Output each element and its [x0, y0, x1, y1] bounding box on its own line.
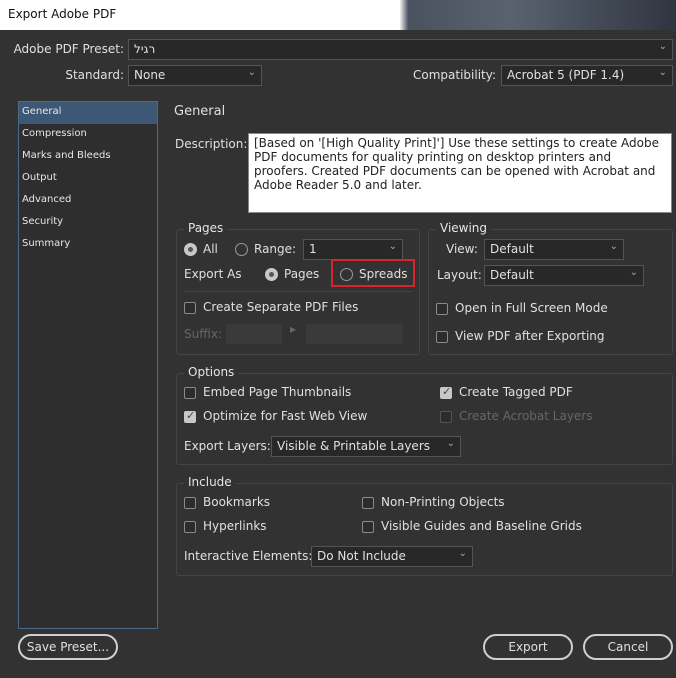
sidebar-item-advanced[interactable]: Advanced	[19, 190, 157, 212]
view-after-checkbox[interactable]	[436, 331, 448, 343]
save-preset-button[interactable]: Save Preset...	[18, 634, 118, 660]
interactive-elements-label: Interactive Elements:	[184, 549, 313, 563]
sidebar-item-security[interactable]: Security	[19, 212, 157, 234]
layout-value: Default	[490, 268, 534, 282]
chevron-down-icon: ⌄	[629, 267, 638, 278]
compatibility-value: Acrobat 5 (PDF 1.4)	[507, 68, 625, 82]
embed-thumbnails-checkbox[interactable]	[184, 387, 196, 399]
bookmarks-label: Bookmarks	[203, 495, 271, 509]
acrobat-layers-label: Create Acrobat Layers	[459, 409, 593, 423]
pages-radio[interactable]	[265, 268, 278, 281]
separate-files-checkbox[interactable]	[184, 302, 196, 314]
view-after-label: View PDF after Exporting	[455, 329, 605, 343]
include-title: Include	[184, 475, 236, 489]
standard-dropdown[interactable]: None ⌄	[128, 65, 262, 86]
hyperlinks-label: Hyperlinks	[203, 519, 267, 533]
all-label: All	[203, 242, 218, 256]
separate-files-label: Create Separate PDF Files	[203, 300, 359, 314]
chevron-down-icon[interactable]: ⌄	[389, 241, 397, 252]
tagged-pdf-checkbox[interactable]	[440, 385, 452, 399]
chevron-down-icon: ⌄	[658, 67, 667, 78]
preset-value: רגיל	[134, 42, 156, 56]
interactive-elements-value: Do Not Include	[317, 549, 406, 563]
export-layers-label: Export Layers:	[184, 439, 271, 453]
layout-label: Layout:	[437, 268, 482, 282]
optimize-checkbox[interactable]	[184, 409, 196, 423]
sidebar-item-compression[interactable]: Compression	[19, 124, 157, 146]
cancel-button[interactable]: Cancel	[583, 634, 673, 660]
sidebar-item-marks-and-bleeds[interactable]: Marks and Bleeds	[19, 146, 157, 168]
export-layers-dropdown[interactable]: Visible & Printable Layers ⌄	[271, 436, 461, 457]
view-value: Default	[490, 242, 534, 256]
chevron-down-icon: ⌄	[609, 241, 618, 252]
range-label: Range:	[254, 242, 297, 256]
suffix-input[interactable]	[226, 324, 282, 344]
fullscreen-checkbox[interactable]	[436, 303, 448, 315]
range-value: 1	[309, 242, 317, 256]
pages-radio-label: Pages	[284, 267, 320, 281]
range-input[interactable]: 1 ⌄	[303, 239, 403, 260]
spreads-radio-label: Spreads	[359, 267, 408, 281]
optimize-label: Optimize for Fast Web View	[203, 409, 368, 423]
suffix-label: Suffix:	[184, 327, 222, 341]
sidebar: General Compression Marks and Bleeds Out…	[18, 101, 158, 629]
view-label: View:	[446, 242, 478, 256]
bookmarks-checkbox[interactable]	[184, 497, 196, 509]
acrobat-layers-checkbox	[440, 411, 452, 423]
export-layers-value: Visible & Printable Layers	[277, 439, 430, 453]
section-heading: General	[174, 104, 226, 119]
viewing-title: Viewing	[436, 221, 492, 235]
chevron-down-icon: ⌄	[658, 41, 667, 52]
suffix-token-input[interactable]	[306, 324, 403, 344]
description-label: Description:	[175, 137, 248, 151]
view-dropdown[interactable]: Default ⌄	[484, 239, 624, 260]
standard-label: Standard:	[65, 68, 124, 82]
nonprinting-checkbox[interactable]	[362, 497, 374, 509]
sidebar-item-summary[interactable]: Summary	[19, 234, 157, 256]
sidebar-item-output[interactable]: Output	[19, 168, 157, 190]
guides-checkbox[interactable]	[362, 521, 374, 533]
window-title: Export Adobe PDF	[8, 7, 117, 21]
spreads-radio[interactable]	[340, 268, 353, 281]
tagged-pdf-label: Create Tagged PDF	[459, 385, 573, 399]
layout-dropdown[interactable]: Default ⌄	[484, 265, 644, 286]
compatibility-label: Compatibility:	[412, 68, 496, 82]
guides-label: Visible Guides and Baseline Grids	[381, 519, 582, 533]
preset-label: Adobe PDF Preset:	[13, 42, 124, 56]
sidebar-item-general[interactable]: General	[19, 102, 157, 124]
export-as-label: Export As	[184, 267, 242, 281]
options-title: Options	[184, 365, 239, 379]
fullscreen-label: Open in Full Screen Mode	[455, 301, 608, 315]
chevron-down-icon: ⌄	[458, 548, 467, 559]
interactive-elements-dropdown[interactable]: Do Not Include ⌄	[311, 546, 473, 567]
export-button[interactable]: Export	[483, 634, 573, 660]
range-radio[interactable]	[235, 243, 248, 256]
preset-dropdown[interactable]: רגיל ⌄	[128, 39, 673, 60]
standard-value: None	[134, 68, 166, 82]
chevron-down-icon: ⌄	[247, 67, 256, 78]
all-radio[interactable]	[184, 243, 197, 256]
chevron-down-icon: ⌄	[446, 438, 455, 449]
hyperlinks-checkbox[interactable]	[184, 521, 196, 533]
caret-right-icon: ▶	[290, 325, 297, 334]
embed-thumbnails-label: Embed Page Thumbnails	[203, 385, 352, 399]
description-textarea[interactable]: [Based on '[High Quality Print]'] Use th…	[248, 133, 672, 213]
divider	[184, 291, 412, 292]
pages-title: Pages	[184, 221, 228, 235]
nonprinting-label: Non-Printing Objects	[381, 495, 505, 509]
compatibility-dropdown[interactable]: Acrobat 5 (PDF 1.4) ⌄	[501, 65, 673, 86]
